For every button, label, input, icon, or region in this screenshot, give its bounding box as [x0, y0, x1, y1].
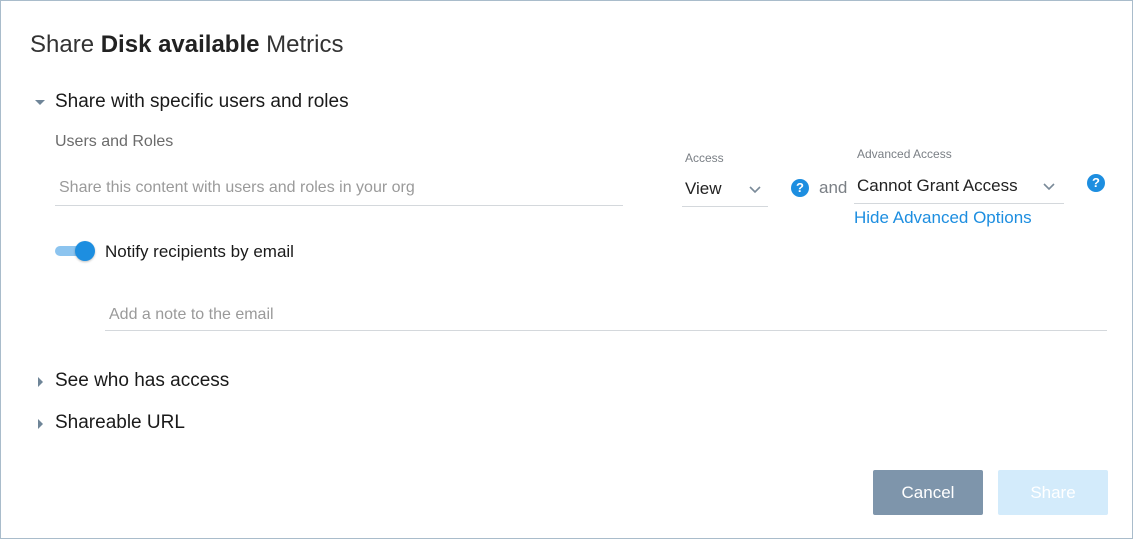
access-select[interactable]: View: [682, 171, 768, 207]
advanced-access-select[interactable]: Cannot Grant Access: [854, 168, 1064, 204]
share-button[interactable]: Share: [998, 470, 1108, 515]
advanced-access-label: Advanced Access: [857, 147, 952, 161]
users-roles-input[interactable]: [55, 171, 623, 206]
access-select-value: View: [685, 178, 722, 198]
and-text: and: [819, 178, 848, 197]
cancel-button[interactable]: Cancel: [873, 470, 983, 515]
access-help-icon[interactable]: ?: [791, 179, 809, 197]
chevron-down-icon: [1043, 182, 1055, 190]
hide-advanced-options-link[interactable]: Hide Advanced Options: [854, 208, 1032, 228]
section-who-has-access-header[interactable]: See who has access: [30, 370, 229, 392]
caret-down-icon: [35, 100, 45, 105]
title-prefix: Share: [30, 31, 95, 58]
notify-email-toggle[interactable]: [55, 241, 95, 261]
title-suffix: Metrics: [266, 31, 344, 58]
chevron-down-icon: [749, 185, 761, 193]
notify-email-label: Notify recipients by email: [105, 242, 294, 261]
dialog-title: Share Disk available Metrics: [30, 31, 344, 59]
toggle-knob: [75, 241, 95, 261]
caret-right-icon: [38, 419, 43, 429]
section-specific-users-label: Share with specific users and roles: [55, 91, 349, 112]
section-shareable-url-header[interactable]: Shareable URL: [30, 412, 185, 434]
advanced-access-help-icon[interactable]: ?: [1087, 174, 1105, 192]
email-note-input[interactable]: [105, 299, 1107, 331]
title-subject: Disk available: [100, 31, 260, 58]
section-specific-users-header[interactable]: Share with specific users and roles: [30, 91, 349, 113]
users-roles-label: Users and Roles: [55, 133, 174, 150]
caret-right-icon: [38, 377, 43, 387]
share-dialog: Share Disk available Metrics Share with …: [0, 0, 1133, 539]
section-shareable-url-label: Shareable URL: [55, 412, 185, 433]
advanced-access-select-value: Cannot Grant Access: [857, 175, 1018, 195]
section-who-has-access-label: See who has access: [55, 370, 230, 391]
access-label: Access: [685, 151, 724, 165]
